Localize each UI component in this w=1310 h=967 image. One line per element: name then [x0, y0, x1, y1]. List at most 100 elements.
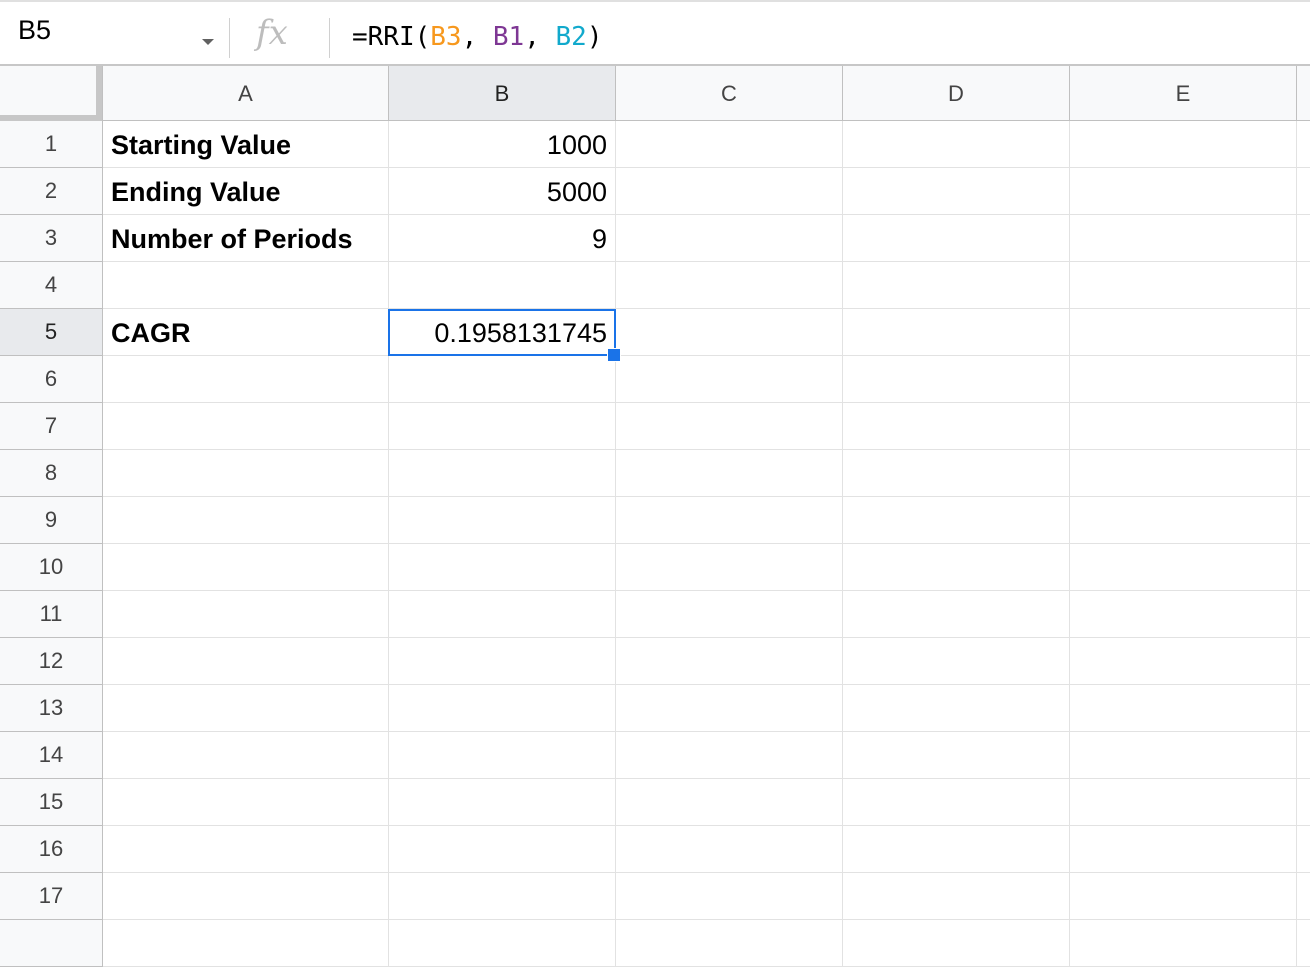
cell-e18[interactable] — [1070, 920, 1297, 967]
cell-a14[interactable] — [103, 732, 389, 779]
cell-f14[interactable] — [1297, 732, 1310, 779]
cell-e3[interactable] — [1070, 215, 1297, 262]
cell-c4[interactable] — [616, 262, 843, 309]
cell-a1[interactable]: Starting Value — [103, 121, 389, 168]
cell-c17[interactable] — [616, 873, 843, 920]
cell-a5[interactable]: CAGR — [103, 309, 389, 356]
row-header-5[interactable]: 5 — [0, 309, 103, 356]
fill-handle[interactable] — [607, 348, 621, 362]
cell-d8[interactable] — [843, 450, 1070, 497]
cell-f6[interactable] — [1297, 356, 1310, 403]
cell-b14[interactable] — [389, 732, 616, 779]
cell-b3[interactable]: 9 — [389, 215, 616, 262]
cell-f10[interactable] — [1297, 544, 1310, 591]
cell-e9[interactable] — [1070, 497, 1297, 544]
cell-a17[interactable] — [103, 873, 389, 920]
cell-e14[interactable] — [1070, 732, 1297, 779]
row-header-18[interactable] — [0, 920, 103, 967]
cell-e12[interactable] — [1070, 638, 1297, 685]
cell-b2[interactable]: 5000 — [389, 168, 616, 215]
cell-c15[interactable] — [616, 779, 843, 826]
cell-e8[interactable] — [1070, 450, 1297, 497]
cell-e10[interactable] — [1070, 544, 1297, 591]
row-header-2[interactable]: 2 — [0, 168, 103, 215]
cell-d16[interactable] — [843, 826, 1070, 873]
row-header-17[interactable]: 17 — [0, 873, 103, 920]
column-header-e[interactable]: E — [1070, 66, 1297, 121]
cell-c7[interactable] — [616, 403, 843, 450]
cell-c5[interactable] — [616, 309, 843, 356]
cell-e7[interactable] — [1070, 403, 1297, 450]
cell-a8[interactable] — [103, 450, 389, 497]
name-box[interactable]: B5 — [0, 2, 228, 64]
cell-f11[interactable] — [1297, 591, 1310, 638]
cell-c12[interactable] — [616, 638, 843, 685]
cell-d13[interactable] — [843, 685, 1070, 732]
cell-f9[interactable] — [1297, 497, 1310, 544]
cell-c2[interactable] — [616, 168, 843, 215]
cell-e5[interactable] — [1070, 309, 1297, 356]
cell-f7[interactable] — [1297, 403, 1310, 450]
cell-a3[interactable]: Number of Periods — [103, 215, 389, 262]
cell-f4[interactable] — [1297, 262, 1310, 309]
cell-c18[interactable] — [616, 920, 843, 967]
row-header-7[interactable]: 7 — [0, 403, 103, 450]
dropdown-arrow-icon[interactable] — [202, 39, 214, 45]
cell-e1[interactable] — [1070, 121, 1297, 168]
cell-b4[interactable] — [389, 262, 616, 309]
cell-f8[interactable] — [1297, 450, 1310, 497]
cell-d18[interactable] — [843, 920, 1070, 967]
row-header-13[interactable]: 13 — [0, 685, 103, 732]
cell-c6[interactable] — [616, 356, 843, 403]
cell-d11[interactable] — [843, 591, 1070, 638]
cell-c8[interactable] — [616, 450, 843, 497]
column-header-d[interactable]: D — [843, 66, 1070, 121]
cell-c14[interactable] — [616, 732, 843, 779]
column-header-c[interactable]: C — [616, 66, 843, 121]
cell-b10[interactable] — [389, 544, 616, 591]
column-header-b[interactable]: B — [389, 66, 616, 121]
name-box-value[interactable]: B5 — [18, 15, 51, 46]
column-header-a[interactable]: A — [103, 66, 389, 121]
cell-e11[interactable] — [1070, 591, 1297, 638]
column-header-f[interactable] — [1297, 66, 1310, 121]
cell-e6[interactable] — [1070, 356, 1297, 403]
cell-b6[interactable] — [389, 356, 616, 403]
row-header-8[interactable]: 8 — [0, 450, 103, 497]
cell-f2[interactable] — [1297, 168, 1310, 215]
cell-c1[interactable] — [616, 121, 843, 168]
cell-c16[interactable] — [616, 826, 843, 873]
cell-d6[interactable] — [843, 356, 1070, 403]
cell-b17[interactable] — [389, 873, 616, 920]
row-header-12[interactable]: 12 — [0, 638, 103, 685]
cell-f5[interactable] — [1297, 309, 1310, 356]
row-header-11[interactable]: 11 — [0, 591, 103, 638]
cell-a2[interactable]: Ending Value — [103, 168, 389, 215]
cell-e15[interactable] — [1070, 779, 1297, 826]
cell-b16[interactable] — [389, 826, 616, 873]
cell-d2[interactable] — [843, 168, 1070, 215]
cell-d5[interactable] — [843, 309, 1070, 356]
cell-f16[interactable] — [1297, 826, 1310, 873]
cell-c10[interactable] — [616, 544, 843, 591]
row-header-1[interactable]: 1 — [0, 121, 103, 168]
row-header-4[interactable]: 4 — [0, 262, 103, 309]
cell-a10[interactable] — [103, 544, 389, 591]
cell-b15[interactable] — [389, 779, 616, 826]
cell-a16[interactable] — [103, 826, 389, 873]
cell-f3[interactable] — [1297, 215, 1310, 262]
row-header-16[interactable]: 16 — [0, 826, 103, 873]
cell-a15[interactable] — [103, 779, 389, 826]
cell-f17[interactable] — [1297, 873, 1310, 920]
cell-c11[interactable] — [616, 591, 843, 638]
cell-b7[interactable] — [389, 403, 616, 450]
cell-d10[interactable] — [843, 544, 1070, 591]
cell-f1[interactable] — [1297, 121, 1310, 168]
cell-f12[interactable] — [1297, 638, 1310, 685]
cell-a12[interactable] — [103, 638, 389, 685]
cell-f15[interactable] — [1297, 779, 1310, 826]
cell-e16[interactable] — [1070, 826, 1297, 873]
cell-d7[interactable] — [843, 403, 1070, 450]
cell-d17[interactable] — [843, 873, 1070, 920]
cell-a9[interactable] — [103, 497, 389, 544]
